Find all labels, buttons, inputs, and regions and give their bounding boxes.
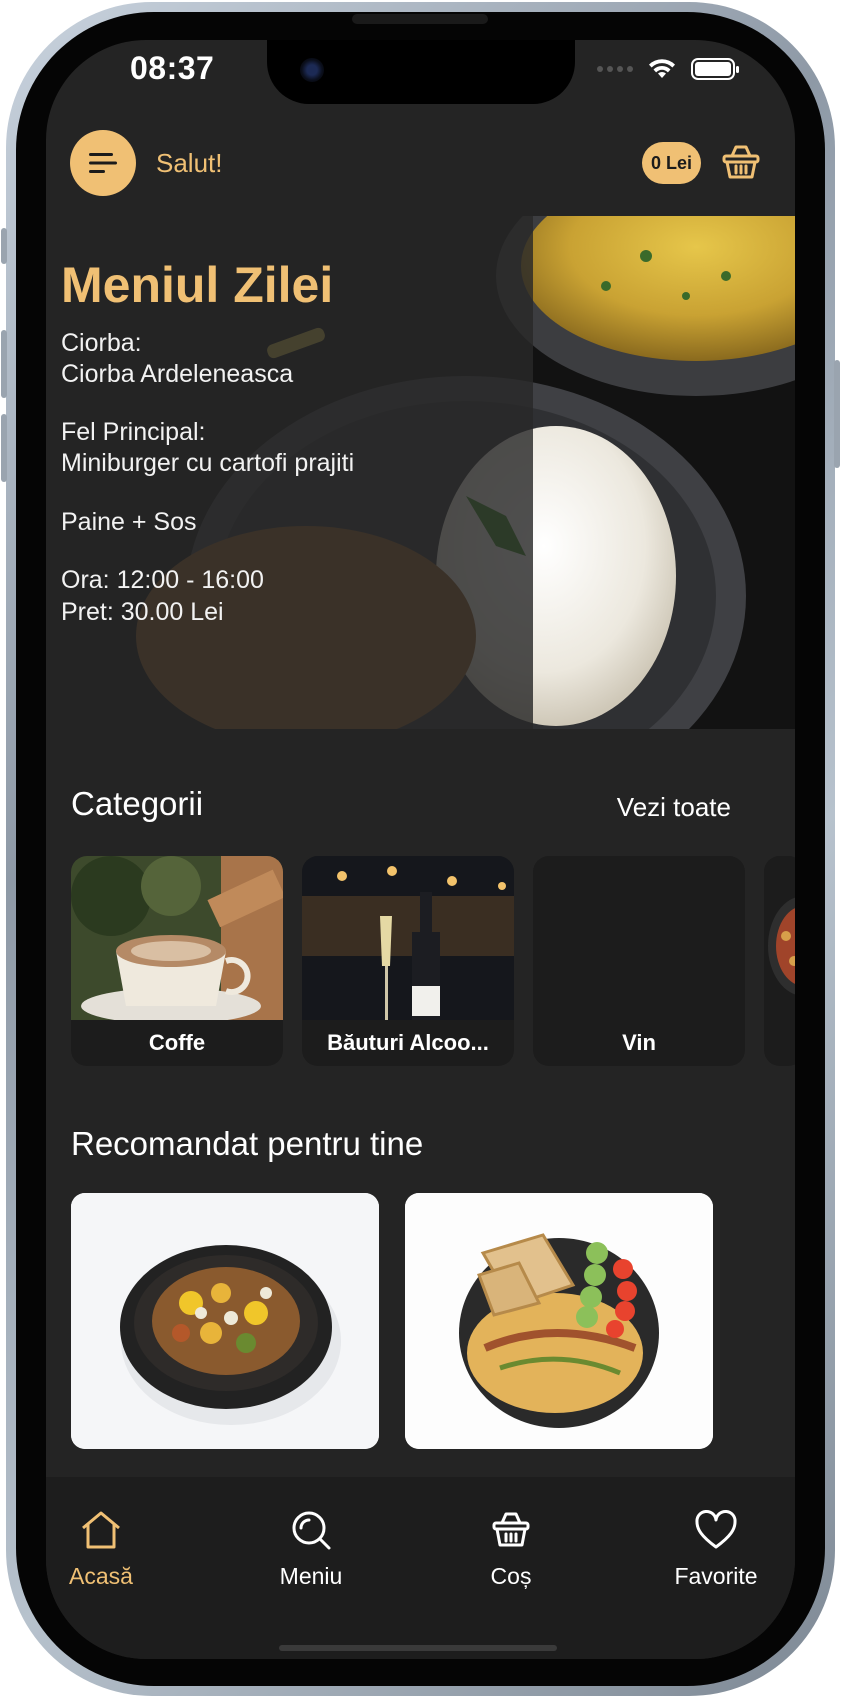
tab-menu-label: Meniu [279,1563,343,1589]
menu-button[interactable] [70,130,136,196]
app-screen: 08:37 Salut! 0 Lei Meniul Zilei Ciorba: … [46,40,795,1659]
daily-menu-price: Pret: 30.00 Lei [61,598,224,626]
category-card[interactable]: Băuturi Alcoo... [302,856,514,1066]
tab-cart-label: Coș [490,1563,532,1589]
category-card[interactable]: Vin [533,856,745,1066]
menu-icon [89,153,117,173]
soup-label: Ciorba: [61,329,142,357]
category-label: Vin [622,1030,656,1055]
signal-icon [597,66,633,72]
home-icon [82,1511,120,1549]
tab-cart[interactable]: Coș [441,1507,581,1590]
soup-name: Ciorba Ardeleneasca [61,360,294,388]
recommended-title: Recomandat pentru tine [71,1125,424,1162]
tab-home[interactable]: Acasă [46,1507,171,1590]
earpiece [352,14,488,24]
category-label: Băuturi Alcoo... [327,1030,489,1055]
see-all-link[interactable]: Vezi toate [617,792,731,823]
status-icons [597,54,739,84]
tab-menu[interactable]: Meniu [241,1507,381,1590]
app-header: Salut! 0 Lei [46,130,795,205]
main-course-label: Fel Principal: [61,418,206,446]
search-icon [292,1511,331,1550]
silent-switch [1,228,7,264]
recommended-image [405,1193,713,1449]
main-course-name: Miniburger cu cartofi prajiti [61,449,355,477]
front-camera [300,58,324,82]
cart-button[interactable] [719,140,763,184]
categories-title: Categorii [71,785,204,822]
tab-favorites-label: Favorite [674,1563,758,1589]
daily-menu-banner[interactable]: Meniul Zilei Ciorba: Ciorba Ardeleneasca… [46,216,795,729]
battery-icon [691,58,739,80]
wifi-icon [649,59,675,78]
category-card[interactable]: Coffe [71,856,283,1066]
cart-total-badge[interactable]: 0 Lei [641,142,701,184]
tab-home-label: Acasă [69,1563,133,1589]
serving-hours: Ora: 12:00 - 16:00 [61,566,264,594]
recommended-card[interactable] [405,1193,713,1449]
volume-down-button [1,414,7,482]
dynamic-island [267,40,575,104]
category-image [71,856,283,1020]
basket-icon [722,145,760,179]
heart-icon [695,1510,737,1549]
power-button [834,360,840,468]
category-label: Coffe [148,1030,206,1055]
basket-icon [492,1512,530,1547]
category-image [302,856,514,1020]
recommended-image [71,1193,379,1449]
recommended-card[interactable] [71,1193,379,1449]
greeting-text: Salut! [156,148,223,178]
extras-text: Paine + Sos [61,508,197,536]
home-indicator[interactable] [279,1645,557,1651]
tab-bar: Acasă Meniu Coș Favorite [46,1477,795,1659]
daily-menu-title: Meniul Zilei [61,257,334,313]
category-card-partial[interactable] [764,856,795,1066]
volume-up-button [1,330,7,398]
status-time: 08:37 [130,50,215,86]
category-image [764,856,795,1020]
tab-favorites[interactable]: Favorite [646,1507,786,1590]
